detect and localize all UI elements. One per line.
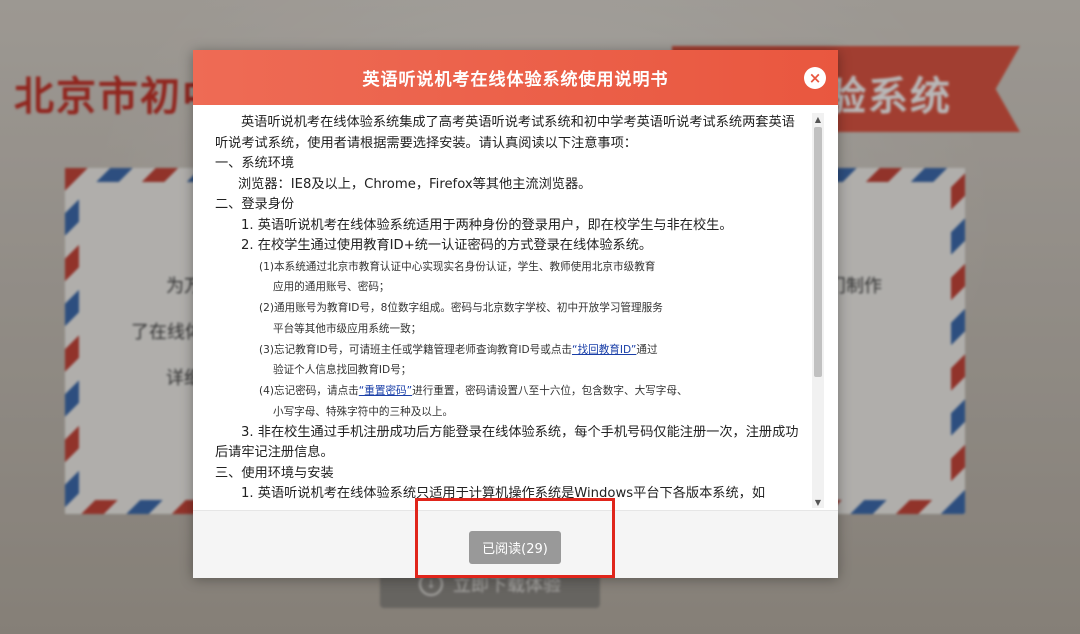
sub-item-1-line-1: (1)本系统通过北京市教育认证中心实现实名身份认证，学生、教师使用北京市级教育 — [259, 260, 656, 273]
sub-item-4-text: (4)忘记密码，请点击 — [259, 385, 359, 398]
section-2-item-2: 2. 在校学生通过使用教育ID+统一认证密码的方式登录在线体验系统。 — [241, 238, 653, 253]
sub-item-3-line-1: (3)忘记教育ID号，可请班主任或学籍管理老师查询教育ID号或点击“找回教育ID… — [215, 340, 801, 361]
instructions-text: 英语听说机考在线体验系统集成了高考英语听说考试系统和初中学考英语听说考试系统两套… — [215, 113, 801, 505]
highlight-annotation-box — [415, 498, 615, 578]
close-icon[interactable]: × — [804, 67, 826, 89]
sub-item-3-line-2: 验证个人信息找回教育ID号； — [273, 364, 412, 377]
reset-password-link[interactable]: “重置密码” — [359, 385, 412, 397]
modal-header: 英语听说机考在线体验系统使用说明书 × — [193, 50, 838, 105]
section-2-heading: 二、登录身份 — [215, 197, 295, 212]
find-education-id-link[interactable]: “找回教育ID” — [572, 344, 636, 356]
section-2-item-3: 3. 非在校生通过手机注册成功后方能登录在线体验系统，每个手机号码仅能注册一次，… — [215, 424, 799, 461]
modal-title: 英语听说机考在线体验系统使用说明书 — [362, 70, 669, 90]
sub-item-4-line-2: 小写字母、特殊字符中的三种及以上。 — [273, 406, 454, 419]
sub-item-2-line-2: 平台等其他市级应用系统一致； — [273, 322, 422, 335]
scroll-down-arrow-icon[interactable]: ▼ — [812, 496, 824, 508]
sub-item-4-text-end: 进行重置，密码请设置八至十六位，包含数字、大写字母、 — [412, 385, 688, 398]
sub-item-2-line-1: (2)通用账号为教育ID号，8位数字组成。密码与北京数字学校、初中开放学习管理服… — [259, 302, 663, 315]
scrollbar-thumb[interactable] — [814, 127, 822, 377]
sub-item-3-text: (3)忘记教育ID号，可请班主任或学籍管理老师查询教育ID号或点击 — [259, 343, 573, 356]
scrollbar[interactable]: ▲ ▼ — [812, 113, 824, 508]
sub-item-3-text-end: 通过 — [636, 343, 658, 356]
section-3-heading: 三、使用环境与安装 — [215, 465, 334, 481]
section-2-item-1: 1. 英语听说机考在线体验系统适用于两种身份的登录用户，即在校学生与非在校生。 — [241, 217, 733, 233]
intro-paragraph: 英语听说机考在线体验系统集成了高考英语听说考试系统和初中学考英语听说考试系统两套… — [215, 115, 795, 151]
section-1-item: 浏览器：IE8及以上，Chrome，Firefox等其他主流浏览器。 — [238, 176, 592, 192]
modal-body[interactable]: 英语听说机考在线体验系统集成了高考英语听说考试系统和初中学考英语听说考试系统两套… — [193, 105, 838, 562]
scroll-up-arrow-icon[interactable]: ▲ — [812, 113, 824, 125]
section-1-heading: 一、系统环境 — [215, 156, 295, 171]
sub-item-4-line-1: (4)忘记密码，请点击“重置密码”进行重置，密码请设置八至十六位，包含数字、大写… — [215, 381, 801, 402]
sub-item-1-line-2: 应用的通用账号、密码； — [273, 281, 390, 294]
